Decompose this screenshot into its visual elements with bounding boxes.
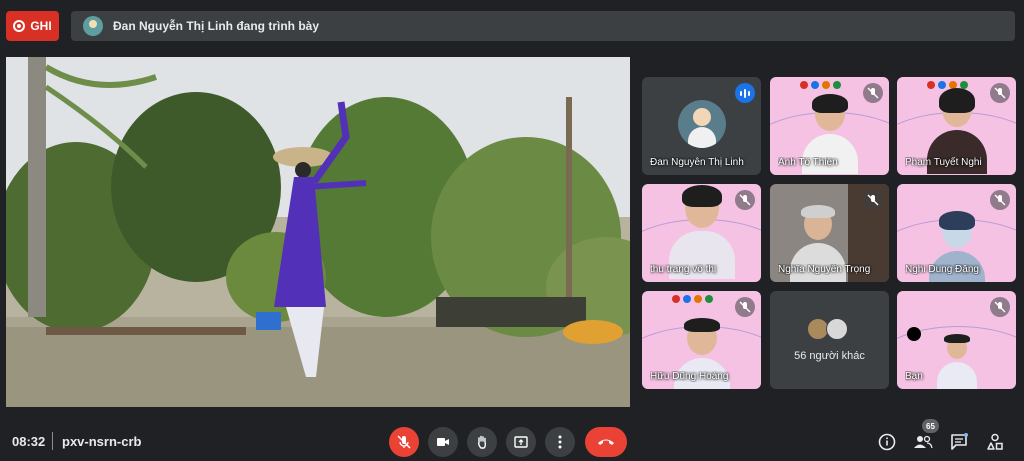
others-avatars: [807, 318, 848, 340]
participant-tile-self[interactable]: Bạn: [897, 291, 1016, 389]
presenter-banner: Đan Nguyễn Thị Linh đang trình bày: [71, 11, 1015, 41]
mic-off-icon: [990, 297, 1010, 317]
participant-name: Hữu Dũng Hoàng: [650, 371, 729, 382]
recording-label: GHI: [30, 19, 52, 33]
more-options-icon: [558, 435, 562, 449]
mic-off-icon: [735, 190, 755, 210]
more-options-button[interactable]: [545, 427, 575, 457]
mic-off-icon: [990, 83, 1010, 103]
participant-tile[interactable]: thu trang võ thị: [642, 184, 761, 282]
activities-icon: [987, 433, 1003, 450]
participant-tile[interactable]: Nghĩa Nguyễn Trọng: [770, 184, 889, 282]
badge-icons: [800, 81, 841, 89]
record-icon: [13, 20, 26, 32]
participant-name: Phạm Tuyết Nghi: [905, 157, 982, 168]
mic-off-icon: [863, 83, 883, 103]
camera-icon: [437, 438, 449, 446]
participant-avatar: [678, 100, 726, 148]
info-icon: [878, 433, 896, 451]
chat-button[interactable]: [947, 430, 971, 454]
speaking-indicator-icon: [735, 83, 755, 103]
people-button[interactable]: [911, 430, 935, 454]
raise-hand-icon: [478, 435, 487, 449]
recording-button[interactable]: GHI: [6, 11, 59, 41]
mic-off-icon: [735, 297, 755, 317]
meeting-code: pxv-nsrn-crb: [62, 434, 142, 449]
dance-scene-image: [6, 57, 630, 407]
meeting-info-button[interactable]: [875, 430, 899, 454]
mic-off-icon: [863, 190, 883, 210]
others-tile[interactable]: 56 người khác: [770, 291, 889, 389]
others-count-label: 56 người khác: [794, 350, 865, 362]
participant-tile[interactable]: Hữu Dũng Hoàng: [642, 291, 761, 389]
divider: [52, 432, 53, 450]
mic-toggle-button[interactable]: [389, 427, 419, 457]
end-call-button[interactable]: [585, 427, 627, 457]
people-icon: [914, 435, 933, 449]
participant-name: thu trang võ thị: [650, 264, 717, 275]
dark-shape: [907, 327, 921, 341]
participant-tile[interactable]: Anh Tô Thiện: [770, 77, 889, 175]
participant-tile[interactable]: Phạm Tuyết Nghi: [897, 77, 1016, 175]
mic-off-icon: [397, 435, 411, 449]
participant-name: Đan Nguyễn Thị Linh: [650, 157, 744, 168]
presenter-text: Đan Nguyễn Thị Linh đang trình bày: [113, 19, 319, 33]
avatar: [826, 318, 848, 340]
meeting-time: 08:32: [12, 434, 46, 449]
participant-name: Nghĩa Nguyễn Trọng: [778, 264, 871, 275]
participant-name: Bạn: [905, 371, 923, 382]
present-screen-icon: [514, 436, 528, 448]
end-call-icon: [598, 439, 614, 445]
raise-hand-button[interactable]: [467, 427, 497, 457]
badge-icons: [672, 295, 713, 303]
participant-tile[interactable]: Nghi Dung Đặng: [897, 184, 1016, 282]
participant-name: Nghi Dung Đặng: [905, 264, 979, 275]
presenter-avatar: [83, 16, 103, 36]
chat-icon: [951, 433, 968, 450]
participant-name: Anh Tô Thiện: [778, 157, 838, 168]
participant-tile-presenter[interactable]: Đan Nguyễn Thị Linh: [642, 77, 761, 175]
mic-off-icon: [990, 190, 1010, 210]
present-screen-button[interactable]: [506, 427, 536, 457]
camera-toggle-button[interactable]: [428, 427, 458, 457]
activities-button[interactable]: [983, 430, 1007, 454]
presentation-video: [6, 57, 630, 407]
